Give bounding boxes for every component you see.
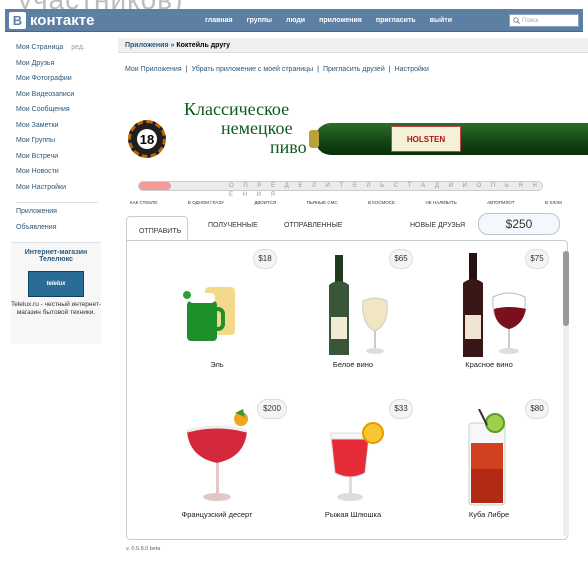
level-label: НЕ НАЛИВАТЬ [425,200,457,205]
app-area: 18 Классическое немецкое пиво HOLSTEN О … [118,38,588,558]
link-settings[interactable]: Настройки [395,66,429,73]
nav-people[interactable]: люди [286,17,305,24]
app-links: Мои Приложения | Убрать приложение с моей… [125,65,429,73]
price-badge: $200 [257,399,287,419]
tab-send[interactable]: ОТПРАВИТЬ [126,216,188,240]
ale-mug-image [183,287,235,341]
sidebar-item-my-page: Моя Страница ред. [16,44,106,60]
intoxication-levels: КАК СТЕКЛО В ОДНОМ ГЛАЗУ ДВОИТСЯ ПЬЯНЫЕ … [130,200,562,205]
drink-card-french-dessert[interactable]: $200 Французский десерт [157,399,287,519]
red-wine-image [463,253,526,357]
dessert-cocktail-image [186,409,248,501]
level-label: В КОСМОСЕ [368,200,396,205]
nav-invite[interactable]: пригласить [376,17,416,24]
age-18-badge: 18 [128,120,166,158]
sidebar-item-friends[interactable]: Мои Друзья [16,60,106,76]
breadcrumb-current: Коктейль другу [176,42,231,49]
drink-name: Красное вино [465,360,513,369]
drink-card-ale[interactable]: $18 Эль [157,249,277,369]
promo-title: Интернет-магазин Телелюкс [24,249,88,263]
drink-card-ryzhaya[interactable]: $33 Рыжая Шлюшка [293,399,413,519]
promo-banner-logo[interactable]: telelux [28,271,84,297]
search-input[interactable]: Поиск [509,14,579,27]
level-label: ПЬЯНЫЕ СМС [306,200,338,205]
top-bar: В контакте главная группы люди приложени… [5,9,583,32]
sidebar-item-messages[interactable]: Мои Сообщения [16,106,106,122]
drink-name: Куба Либре [468,510,510,519]
price-badge: $75 [525,249,549,269]
bottle-label: HOLSTEN [391,126,461,152]
drinks-scrollbar[interactable] [563,251,569,536]
search-icon [513,17,520,24]
level-label: В ХЛАМ [544,200,562,205]
price-badge: $80 [525,399,549,419]
scrollbar-thumb[interactable] [563,251,569,326]
sidebar-item-news[interactable]: Мои Новости [16,168,106,184]
tab-new-friends[interactable]: НОВЫЕ ДРУЗЬЯ [410,222,465,229]
promo-text: Telelux.ru - честный интернет-магазин бы… [11,301,102,316]
link-invite-friends[interactable]: Пригласить друзей [323,66,385,73]
sidebar-item-photos[interactable]: Мои Фотографии [16,75,106,91]
sidebar: Моя Страница ред. Мои Друзья Мои Фотограф… [16,44,106,239]
drink-name: Белое вино [332,360,374,369]
drink-card-red-wine[interactable]: $75 Красное вино [429,249,549,369]
nav-home[interactable]: главная [205,17,233,24]
intoxication-meter: О П Р Е Д Е Л И Т Е Л Ь С Т А Д И И О П … [138,181,543,198]
drink-name: Рыжая Шлюшка [324,510,382,519]
red-cocktail-image [330,422,384,501]
tab-sent[interactable]: ОТПРАВЛЕННЫЕ [284,222,342,229]
nav-logout[interactable]: выйти [430,17,452,24]
level-label: КАК СТЕКЛО [130,200,158,205]
link-my-apps[interactable]: Мои Приложения [125,66,182,73]
intoxication-meter-label: О П Р Е Д Е Л И Т Е Л Ь С Т А Д И И О П … [229,183,541,198]
price-badge: $18 [253,249,277,269]
logo[interactable]: В контакте [9,11,94,30]
top-nav: главная группы люди приложения пригласит… [205,9,452,32]
tab-bar: ОТПРАВИТЬ ПОЛУЧЕННЫЕ ОТПРАВЛЕННЫЕ НОВЫЕ … [126,213,582,240]
sidebar-item-settings[interactable]: Мои Настройки [16,184,106,200]
sidebar-item-events[interactable]: Мои Встречи [16,153,106,169]
search-placeholder: Поиск [522,17,539,24]
sidebar-item-notes[interactable]: Мои Заметки [16,122,106,138]
balance-badge: $250 [478,213,560,235]
drink-card-white-wine[interactable]: $65 Белое вино [293,249,413,369]
white-wine-image [329,255,388,355]
sidebar-item-groups[interactable]: Мои Группы [16,137,106,153]
drink-card-cuba-libre[interactable]: $80 Куба Либре [429,399,549,519]
intoxication-meter-fill [139,182,172,190]
breadcrumb: Приложения » Коктейль другу [118,38,588,53]
level-label: АВТОПИЛОТ [487,200,515,205]
nav-groups[interactable]: группы [247,17,272,24]
breadcrumb-apps[interactable]: Приложения » [125,42,174,49]
version-label: v. 0.5.8.0 beta [126,546,161,552]
nav-apps[interactable]: приложения [319,17,362,24]
level-label: В ОДНОМ ГЛАЗУ [187,200,224,205]
drinks-panel: $18 Эль $65 Белое вино $75 Красное вино … [126,240,568,540]
sidebar-item-ads[interactable]: Объявления [16,224,106,240]
cuba-libre-image [468,409,506,506]
beer-ad-text[interactable]: Классическое немецкое пиво [184,100,307,157]
sidebar-item-videos[interactable]: Мои Видеозаписи [16,91,106,107]
logo-text: контакте [30,12,95,29]
sidebar-divider [16,202,98,203]
logo-mark: В [9,12,26,29]
sidebar-item-apps[interactable]: Приложения [16,208,106,224]
price-badge: $65 [389,249,413,269]
promo-block[interactable]: Интернет-магазин Телелюкс telelux Telelu… [11,242,101,344]
drink-name: Эль [210,360,224,369]
tab-received[interactable]: ПОЛУЧЕННЫЕ [208,222,258,229]
drink-name: Французский десерт [181,510,253,519]
level-label: ДВОИТСЯ [254,200,277,205]
main-content: Приложения » Коктейль другу Мои Приложен… [118,38,588,91]
price-badge: $33 [389,399,413,419]
sidebar-my-page-link[interactable]: Моя Страница [16,44,63,51]
link-remove-app[interactable]: Убрать приложение с моей страницы [191,66,313,73]
edit-link[interactable]: ред. [71,44,85,51]
beer-bottle-image[interactable]: HOLSTEN [309,123,588,155]
